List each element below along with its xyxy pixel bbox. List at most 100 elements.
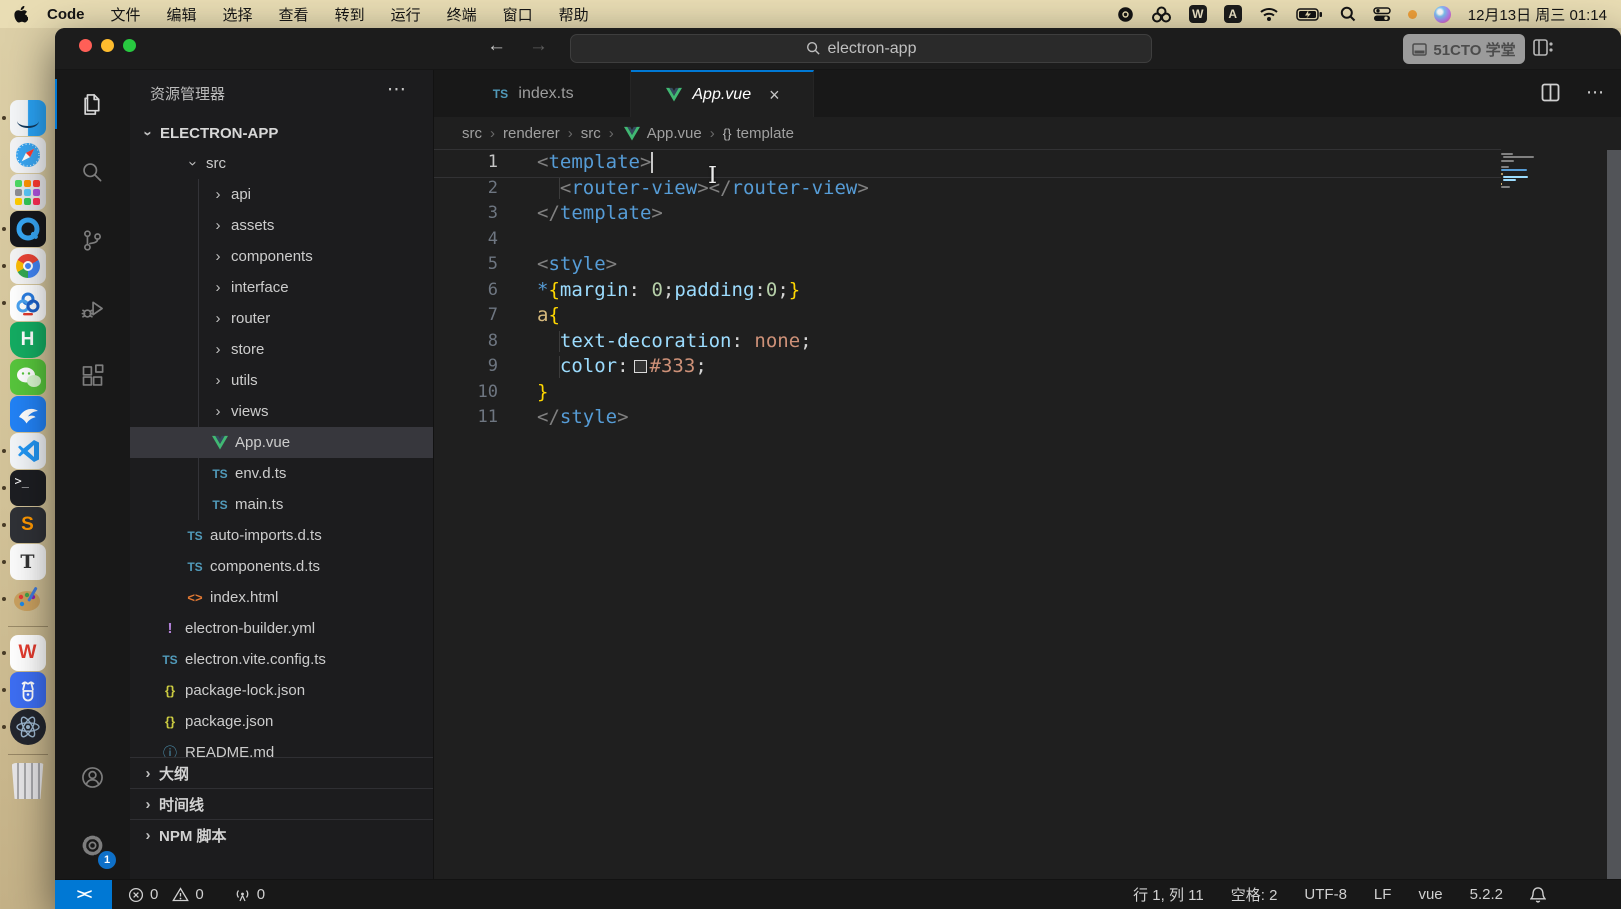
tree-file-electron.vite.config.ts[interactable]: TSelectron.vite.config.ts [130,644,433,675]
hbuilder-dock-icon[interactable]: H [10,322,46,358]
tree-folder-components[interactable]: ›components [130,241,433,272]
chrome-dock-icon[interactable] [10,248,46,284]
notify-dot-icon[interactable] [1408,10,1417,19]
wps-icon[interactable]: W [1189,5,1207,23]
tree-folder-views[interactable]: ›views [130,396,433,427]
line-number[interactable]: 4 [434,227,498,253]
wechat-dock-icon[interactable] [10,359,46,395]
electron-dock-icon[interactable] [10,709,46,745]
section-NPM 脚本[interactable]: ›NPM 脚本 [130,819,433,851]
tree-folder-utils[interactable]: ›utils [130,365,433,396]
tree-folder-store[interactable]: ›store [130,334,433,365]
tree-file-App.vue[interactable]: App.vue [130,427,433,458]
menu-item-帮助[interactable]: 帮助 [546,4,602,25]
menu-item-code[interactable]: Code [34,6,98,23]
safari-dock-icon[interactable] [10,137,46,173]
tree-folder-interface[interactable]: ›interface [130,272,433,303]
terminal-dock-icon[interactable]: >_ [10,470,46,506]
tree-file-package-lock.json[interactable]: {}package-lock.json [130,675,433,706]
minimize-window-button[interactable] [101,39,114,52]
launchpad-dock-icon[interactable] [10,174,46,210]
menu-item-窗口[interactable]: 窗口 [490,4,546,25]
customize-layout-icon[interactable] [1533,38,1554,57]
finder-dock-icon[interactable] [10,100,46,136]
split-editor-icon[interactable] [1541,83,1560,102]
close-window-button[interactable] [79,39,92,52]
input-a-icon[interactable]: A [1224,5,1242,23]
section-时间线[interactable]: ›时间线 [130,788,433,820]
trash-dock-icon[interactable] [10,763,46,799]
tree-folder-api[interactable]: ›api [130,179,433,210]
maximize-window-button[interactable] [123,39,136,52]
line-number[interactable]: 5 [434,252,498,278]
line-number[interactable]: 6 [434,278,498,304]
menu-item-文件[interactable]: 文件 [98,4,154,25]
status-item-UTF-8[interactable]: UTF-8 [1304,886,1347,903]
tree-file-main.ts[interactable]: TSmain.ts [130,489,433,520]
notifications-bell-icon[interactable] [1530,886,1546,903]
menu-item-编辑[interactable]: 编辑 [154,4,210,25]
section-大纲[interactable]: ›大纲 [130,757,433,789]
spotlight-icon[interactable] [1340,6,1356,22]
status-item-LF[interactable]: LF [1374,886,1392,903]
menu-item-运行[interactable]: 运行 [378,4,434,25]
tree-folder-assets[interactable]: ›assets [130,210,433,241]
cloud-circles-dock-icon[interactable] [10,285,46,321]
breadcrumb-item-App.vue[interactable]: App.vue [622,125,702,142]
color-swatch[interactable] [634,360,647,373]
wps-office-dock-icon[interactable]: W [10,635,46,671]
sublime-dock-icon[interactable]: S [10,507,46,543]
search-activity-icon[interactable] [55,138,130,206]
editor-scrollbar[interactable] [1607,150,1621,879]
tab-App.vue[interactable]: App.vue× [631,70,814,117]
siri-icon[interactable] [1434,6,1451,23]
settings-icon[interactable]: 1 [55,811,130,879]
textedit-dock-icon[interactable]: T [10,544,46,580]
apple-icon[interactable] [14,6,28,23]
accounts-icon[interactable] [55,743,130,811]
run-debug-activity-icon[interactable] [55,274,130,342]
line-number[interactable]: 3 [434,201,498,227]
circles-icon[interactable] [1151,6,1172,23]
breadcrumb-item-src[interactable]: src [581,125,601,142]
menu-item-转到[interactable]: 转到 [322,4,378,25]
ports-status[interactable]: 0 [234,886,265,903]
menu-item-查看[interactable]: 查看 [266,4,322,25]
close-tab-icon[interactable]: × [769,86,780,104]
tree-file-package.json[interactable]: {}package.json [130,706,433,737]
menu-bar-clock[interactable]: 12月13日 周三 01:14 [1468,4,1607,25]
menu-item-终端[interactable]: 终端 [434,4,490,25]
menu-item-选择[interactable]: 选择 [210,4,266,25]
status-item-vue[interactable]: vue [1418,886,1442,903]
record-icon[interactable] [1117,6,1134,23]
remote-indicator[interactable]: >< [55,880,112,909]
explorer-activity-icon[interactable] [55,70,130,138]
status-item-5-2-2[interactable]: 5.2.2 [1470,886,1503,903]
explorer-more-actions-icon[interactable]: ⋯ [387,78,407,101]
tab-index.ts[interactable]: TSindex.ts [434,70,631,117]
breadcrumb-item-template[interactable]: {}template [723,125,794,142]
command-center-search[interactable]: electron-app [570,34,1152,63]
tree-file-components.d.ts[interactable]: TScomponents.d.ts [130,551,433,582]
wifi-icon[interactable] [1259,6,1279,22]
tree-file-electron-builder.yml[interactable]: !electron-builder.yml [130,613,433,644]
breadcrumb-item-renderer[interactable]: renderer [503,125,560,142]
line-number[interactable]: 7 [434,303,498,329]
line-number[interactable]: 8 [434,329,498,355]
deer-vpn-dock-icon[interactable] [10,672,46,708]
line-number[interactable]: 11 [434,405,498,431]
minimap[interactable] [1501,153,1543,189]
tree-folder-router[interactable]: ›router [130,303,433,334]
navigate-back-button[interactable]: ← [487,35,506,57]
tree-file-auto-imports.d.ts[interactable]: TSauto-imports.d.ts [130,520,433,551]
breadcrumb-item-src[interactable]: src [462,125,482,142]
tree-file-index.html[interactable]: <>index.html [130,582,433,613]
more-actions-icon[interactable]: ⋯ [1586,82,1605,103]
battery-icon[interactable] [1296,8,1323,21]
status-item--1-11[interactable]: 行 1, 列 11 [1133,884,1204,905]
status-item--2[interactable]: 空格: 2 [1231,884,1278,905]
line-number[interactable]: 2 [434,176,498,202]
line-number[interactable]: 1 [434,150,498,176]
paint-dock-icon[interactable] [10,581,46,617]
navigate-forward-button[interactable]: → [529,35,548,57]
